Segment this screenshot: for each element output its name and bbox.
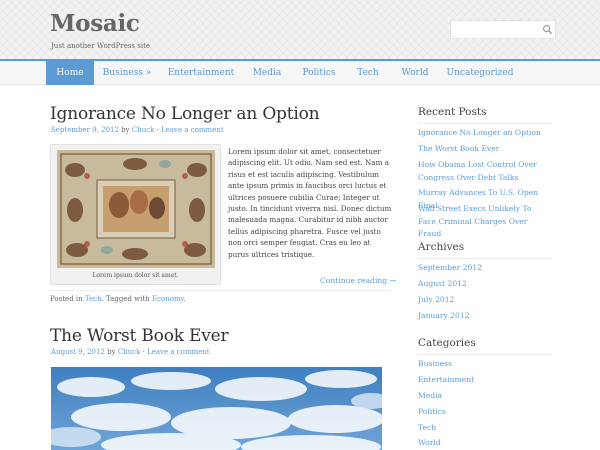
category-link[interactable]: Media bbox=[418, 390, 558, 403]
category-link[interactable]: Tech bbox=[85, 295, 102, 303]
archive-link[interactable]: September 2012 bbox=[418, 262, 558, 275]
post-meta: August 9, 2012 by Chuck · Leave a commen… bbox=[51, 348, 210, 356]
site-title[interactable]: Mosaic bbox=[50, 10, 140, 37]
category-link[interactable]: Tech bbox=[418, 422, 558, 435]
recent-post-link[interactable]: Ignorance No Longer an Option bbox=[418, 127, 558, 140]
archive-link[interactable]: August 2012 bbox=[418, 278, 558, 291]
leave-comment-link[interactable]: Leave a comment bbox=[147, 348, 210, 356]
archive-link[interactable]: January 2012 bbox=[418, 310, 558, 323]
site-header: Mosaic Just another WordPress site bbox=[0, 0, 600, 60]
mosaic-image[interactable] bbox=[57, 150, 215, 268]
archives-heading: Archives bbox=[418, 241, 552, 259]
category-link[interactable]: World bbox=[418, 437, 558, 450]
post-meta: September 9, 2012 by Chuck · Leave a com… bbox=[51, 126, 224, 134]
search-input[interactable] bbox=[450, 20, 556, 39]
site-tagline: Just another WordPress site bbox=[51, 42, 151, 50]
posted-in-label: Posted in bbox=[50, 295, 83, 303]
recent-post-link[interactable]: How Obama Lost Control Over Congress Ove… bbox=[418, 159, 548, 184]
nav-item-uncategorized[interactable]: Uncategorized bbox=[446, 61, 514, 85]
post-title[interactable]: The Worst Book Ever bbox=[50, 326, 229, 346]
recent-post-link[interactable]: The Worst Book Ever bbox=[418, 143, 558, 156]
post-author[interactable]: Chuck bbox=[118, 348, 141, 356]
post-figure: Lorem ipsum dolor sit amet. bbox=[50, 144, 221, 285]
recent-posts-heading: Recent Posts bbox=[418, 106, 552, 124]
tagged-label: . Tagged with bbox=[101, 295, 150, 303]
post-date[interactable]: August 9, 2012 bbox=[51, 348, 105, 356]
categories-heading: Categories bbox=[418, 337, 552, 355]
nav-item-home[interactable]: Home bbox=[46, 61, 94, 85]
meta-separator: · bbox=[156, 126, 159, 134]
post-author[interactable]: Chuck bbox=[132, 126, 155, 134]
post-title[interactable]: Ignorance No Longer an Option bbox=[50, 104, 320, 124]
nav-item-world[interactable]: World bbox=[395, 61, 435, 85]
search-icon[interactable] bbox=[542, 24, 553, 35]
category-link[interactable]: Business bbox=[418, 358, 558, 371]
category-link[interactable]: Politics bbox=[418, 406, 558, 419]
byline-label: by bbox=[107, 348, 116, 356]
nav-item-business[interactable]: Business » bbox=[96, 61, 158, 85]
main-nav: Home Business » Entertainment Media Poli… bbox=[0, 59, 600, 85]
post-excerpt: Lorem ipsum dolor sit amet, consectetuer… bbox=[228, 147, 392, 259]
tag-end: . bbox=[183, 295, 186, 303]
image-caption: Lorem ipsum dolor sit amet. bbox=[92, 272, 179, 279]
leave-comment-link[interactable]: Leave a comment bbox=[161, 126, 224, 134]
nav-item-entertainment[interactable]: Entertainment bbox=[164, 61, 238, 85]
nav-item-tech[interactable]: Tech bbox=[350, 61, 386, 85]
sky-image[interactable] bbox=[51, 367, 382, 450]
recent-post-link[interactable]: Wall Street Execs Unlikely To Face Crimi… bbox=[418, 203, 548, 241]
tag-link[interactable]: Economy bbox=[152, 295, 184, 303]
byline-label: by bbox=[121, 126, 130, 134]
nav-item-politics[interactable]: Politics bbox=[297, 61, 341, 85]
meta-separator: · bbox=[142, 348, 145, 356]
post-date[interactable]: September 9, 2012 bbox=[51, 126, 119, 134]
post-footer: Posted in Tech. Tagged with Economy. bbox=[50, 290, 391, 307]
nav-item-media[interactable]: Media bbox=[246, 61, 288, 85]
archive-link[interactable]: July 2012 bbox=[418, 294, 558, 307]
continue-reading-link[interactable]: Continue reading → bbox=[320, 276, 396, 285]
category-link[interactable]: Entertainment bbox=[418, 374, 558, 387]
